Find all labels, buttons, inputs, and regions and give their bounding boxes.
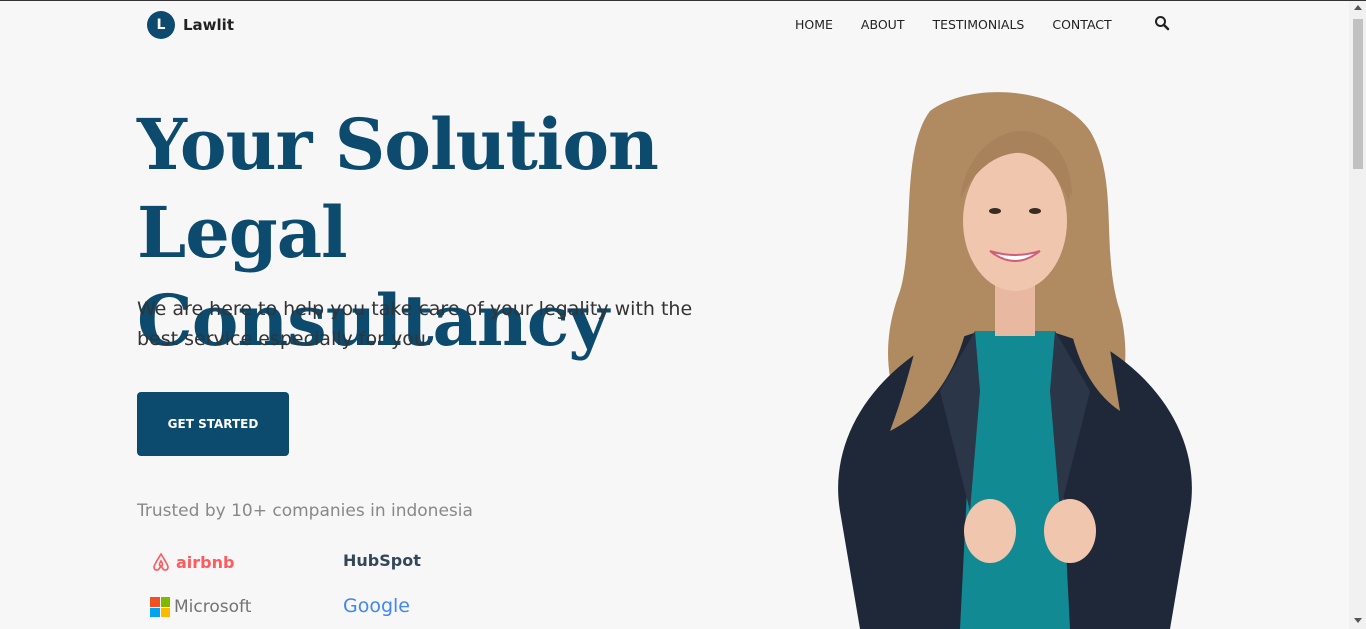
hubspot-logo: HubSpot (343, 551, 421, 570)
nav-about[interactable]: ABOUT (861, 17, 905, 32)
microsoft-label: Microsoft (174, 597, 252, 617)
airbnb-label: airbnb (176, 552, 235, 572)
google-logo: Google (343, 595, 410, 617)
logo-mark: L (147, 11, 175, 39)
nav-home[interactable]: HOME (795, 17, 833, 32)
nav-testimonials[interactable]: TESTIMONIALS (932, 17, 1024, 32)
scroll-up-icon[interactable] (1354, 5, 1362, 10)
search-icon[interactable] (1154, 15, 1170, 31)
trusted-text: Trusted by 10+ companies in indonesia (137, 501, 473, 521)
airbnb-icon (153, 552, 169, 571)
brand-name: Lawlit (183, 16, 234, 34)
scroll-thumb[interactable] (1353, 19, 1363, 169)
microsoft-logo: Microsoft (150, 597, 251, 617)
hero-subtitle: We are here to help you take care of you… (137, 298, 693, 350)
hubspot-label: HubSpot (343, 551, 421, 570)
google-label: Google (343, 595, 411, 617)
nav-contact[interactable]: CONTACT (1052, 17, 1111, 32)
airbnb-logo: airbnb (150, 551, 234, 573)
brand-logo[interactable]: L Lawlit (147, 11, 234, 39)
scroll-down-icon[interactable] (1354, 618, 1362, 623)
get-started-button[interactable]: GET STARTED (137, 392, 289, 456)
main-nav: HOME ABOUT TESTIMONIALS CONTACT (795, 17, 1112, 32)
lawyer-photo (838, 92, 1192, 629)
microsoft-icon (150, 597, 170, 617)
page-scrollbar[interactable] (1349, 1, 1366, 629)
